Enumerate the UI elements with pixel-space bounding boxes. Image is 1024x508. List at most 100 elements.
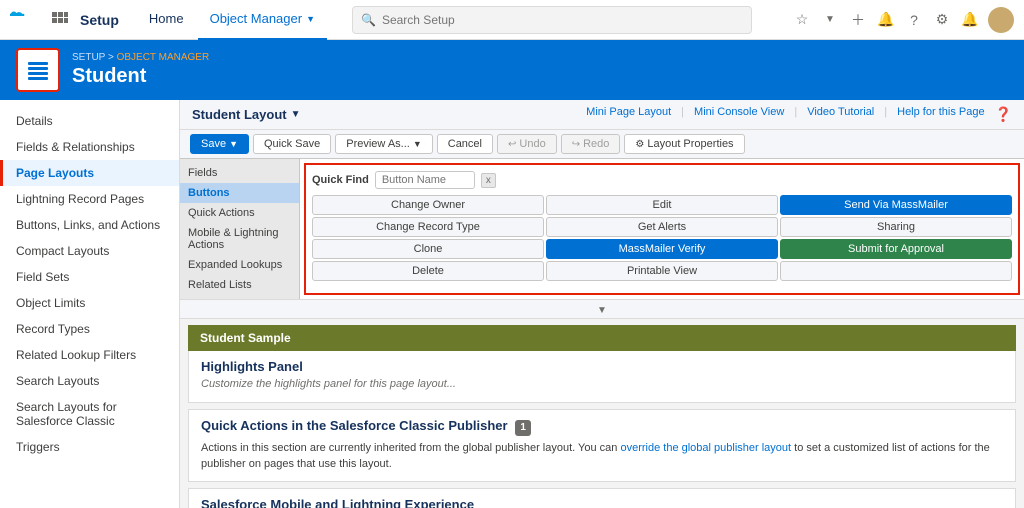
button-sharing[interactable]: Sharing [780,217,1012,237]
notification-icon[interactable]: 🔔 [960,10,980,30]
top-nav-left: Setup Home Object Manager ▼ [10,0,327,40]
button-edit[interactable]: Edit [546,195,778,215]
buttons-grid: Change Owner Edit Send Via MassMailer Ch… [312,195,1012,281]
button-change-record-type[interactable]: Change Record Type [312,217,544,237]
quick-save-button[interactable]: Quick Save [253,134,331,154]
quick-find-header: Quick Find x [312,171,1012,189]
sidebar-item-record-types[interactable]: Record Types [0,316,179,342]
sidebar-item-compact-layouts[interactable]: Compact Layouts [0,238,179,264]
fields-panel-buttons[interactable]: Buttons [180,183,299,203]
button-clone[interactable]: Clone [312,239,544,259]
fields-panel-related-lists[interactable]: Related Lists [180,275,299,295]
sidebar-item-object-limits[interactable]: Object Limits [0,290,179,316]
search-icon: 🔍 [361,13,376,27]
help-for-page-link[interactable]: Help for this Page [897,106,984,123]
breadcrumb-path: SETUP > OBJECT MANAGER [72,52,209,63]
help-circle-icon[interactable]: ❓ [995,106,1012,123]
override-link[interactable]: override the global publisher layout [620,442,791,454]
preview-as-button[interactable]: Preview As... ▼ [335,134,433,154]
button-change-owner[interactable]: Change Owner [312,195,544,215]
layout-properties-button[interactable]: ⚙ Layout Properties [624,134,744,154]
layout-title: Student Layout ▼ [192,107,301,122]
gear-icon[interactable]: ⚙ [932,10,952,30]
button-submit-for-approval[interactable]: Submit for Approval [780,239,1012,259]
undo-button[interactable]: ↩ Undo [497,134,557,154]
salesforce-logo [10,9,40,31]
avatar[interactable] [988,7,1014,33]
quick-find-clear-button[interactable]: x [481,173,496,188]
nav-tab-object-manager[interactable]: Object Manager ▼ [198,0,327,40]
fields-panel-fields[interactable]: Fields [180,163,299,183]
mini-console-view-link[interactable]: Mini Console View [694,106,784,123]
save-button[interactable]: Save ▼ [190,134,249,154]
breadcrumb-setup[interactable]: SETUP [72,52,105,63]
quick-find-label: Quick Find [312,174,369,186]
sidebar-item-search-layouts-classic[interactable]: Search Layouts for Salesforce Classic [0,394,179,434]
app-switcher-icon[interactable] [48,8,72,32]
star-icon[interactable]: ☆ [792,10,812,30]
breadcrumb-title: Student [72,65,209,88]
properties-icon: ⚙ [635,139,644,150]
button-printable-view[interactable]: Printable View [546,261,778,281]
quick-find-input[interactable] [375,171,475,189]
button-delete[interactable]: Delete [312,261,544,281]
bookmark-dropdown-icon[interactable]: ▼ [820,10,840,30]
sidebar-item-details[interactable]: Details [0,108,179,134]
panel-area: Fields Buttons Quick Actions Mobile & Li… [180,159,1024,300]
student-sample-header: Student Sample [188,325,1016,351]
fields-panel-expanded-lookups[interactable]: Expanded Lookups [180,255,299,275]
sidebar-item-lightning-record-pages[interactable]: Lightning Record Pages [0,186,179,212]
sidebar-item-fields[interactable]: Fields & Relationships [0,134,179,160]
bell-icon[interactable]: 🔔 [876,10,896,30]
sidebar-item-buttons-links[interactable]: Buttons, Links, and Actions [0,212,179,238]
quick-actions-title: Quick Actions in the Salesforce Classic … [201,418,1003,436]
content-area: Student Layout ▼ Mini Page Layout | Mini… [180,100,1024,508]
search-bar: 🔍 [352,6,752,34]
highlights-panel-title: Highlights Panel [201,359,1003,374]
cancel-button[interactable]: Cancel [437,134,493,154]
quick-actions-body: Actions in this section are currently in… [201,440,1003,473]
mini-page-layout-link[interactable]: Mini Page Layout [586,106,671,123]
sidebar-item-field-sets[interactable]: Field Sets [0,264,179,290]
chevron-down-icon: ▼ [306,14,315,24]
button-send-via-massmailer[interactable]: Send Via MassMailer [780,195,1012,215]
quick-actions-section: Quick Actions in the Salesforce Classic … [188,409,1016,482]
sidebar-item-triggers[interactable]: Triggers [0,434,179,460]
toolbar: Save ▼ Quick Save Preview As... ▼ Cancel… [180,130,1024,159]
highlights-panel-section: Highlights Panel Customize the highlight… [188,351,1016,403]
video-tutorial-link[interactable]: Video Tutorial [807,106,874,123]
breadcrumb-text: SETUP > OBJECT MANAGER Student [72,52,209,88]
redo-icon: ↪ [572,139,580,150]
sidebar-item-page-layouts[interactable]: Page Layouts [0,160,179,186]
mobile-lightning-title: Salesforce Mobile and Lightning Experien… [201,497,1003,508]
plus-icon[interactable]: ＋ [848,10,868,30]
button-get-alerts[interactable]: Get Alerts [546,217,778,237]
breadcrumb-header: SETUP > OBJECT MANAGER Student [0,40,1024,100]
sidebar-item-search-layouts[interactable]: Search Layouts [0,368,179,394]
preview-dropdown-icon[interactable]: ▼ [413,139,422,149]
quick-actions-badge: 1 [515,420,531,436]
fields-panel-quick-actions[interactable]: Quick Actions [180,203,299,223]
top-nav: Setup Home Object Manager ▼ 🔍 ☆ ▼ ＋ 🔔 ? … [0,0,1024,40]
layout-header: Student Layout ▼ Mini Page Layout | Mini… [180,100,1024,130]
sidebar-item-related-lookup[interactable]: Related Lookup Filters [0,342,179,368]
button-massmailer-verify[interactable]: MassMailer Verify [546,239,778,259]
nav-tab-home[interactable]: Home [137,0,196,40]
help-icon[interactable]: ? [904,10,924,30]
fields-panel: Fields Buttons Quick Actions Mobile & Li… [180,159,300,299]
app-name: Setup [80,12,119,28]
layout-links: Mini Page Layout | Mini Console View | V… [586,106,1012,123]
redo-button[interactable]: ↪ Redo [561,134,621,154]
scroll-indicator: ▼ [180,300,1024,319]
main-layout: Details Fields & Relationships Page Layo… [0,100,1024,508]
breadcrumb-object-manager[interactable]: OBJECT MANAGER [117,52,210,63]
undo-icon: ↩ [508,139,516,150]
quick-find-panel: Quick Find x Change Owner Edit Send Via … [304,163,1020,295]
save-dropdown-icon[interactable]: ▼ [229,139,238,149]
layout-dropdown-icon[interactable]: ▼ [291,109,301,120]
top-nav-icons: ☆ ▼ ＋ 🔔 ? ⚙ 🔔 [792,7,1014,33]
nav-tabs: Home Object Manager ▼ [137,0,327,40]
mobile-lightning-section: Salesforce Mobile and Lightning Experien… [188,488,1016,508]
fields-panel-mobile[interactable]: Mobile & Lightning Actions [180,223,299,255]
search-input[interactable] [382,13,743,27]
